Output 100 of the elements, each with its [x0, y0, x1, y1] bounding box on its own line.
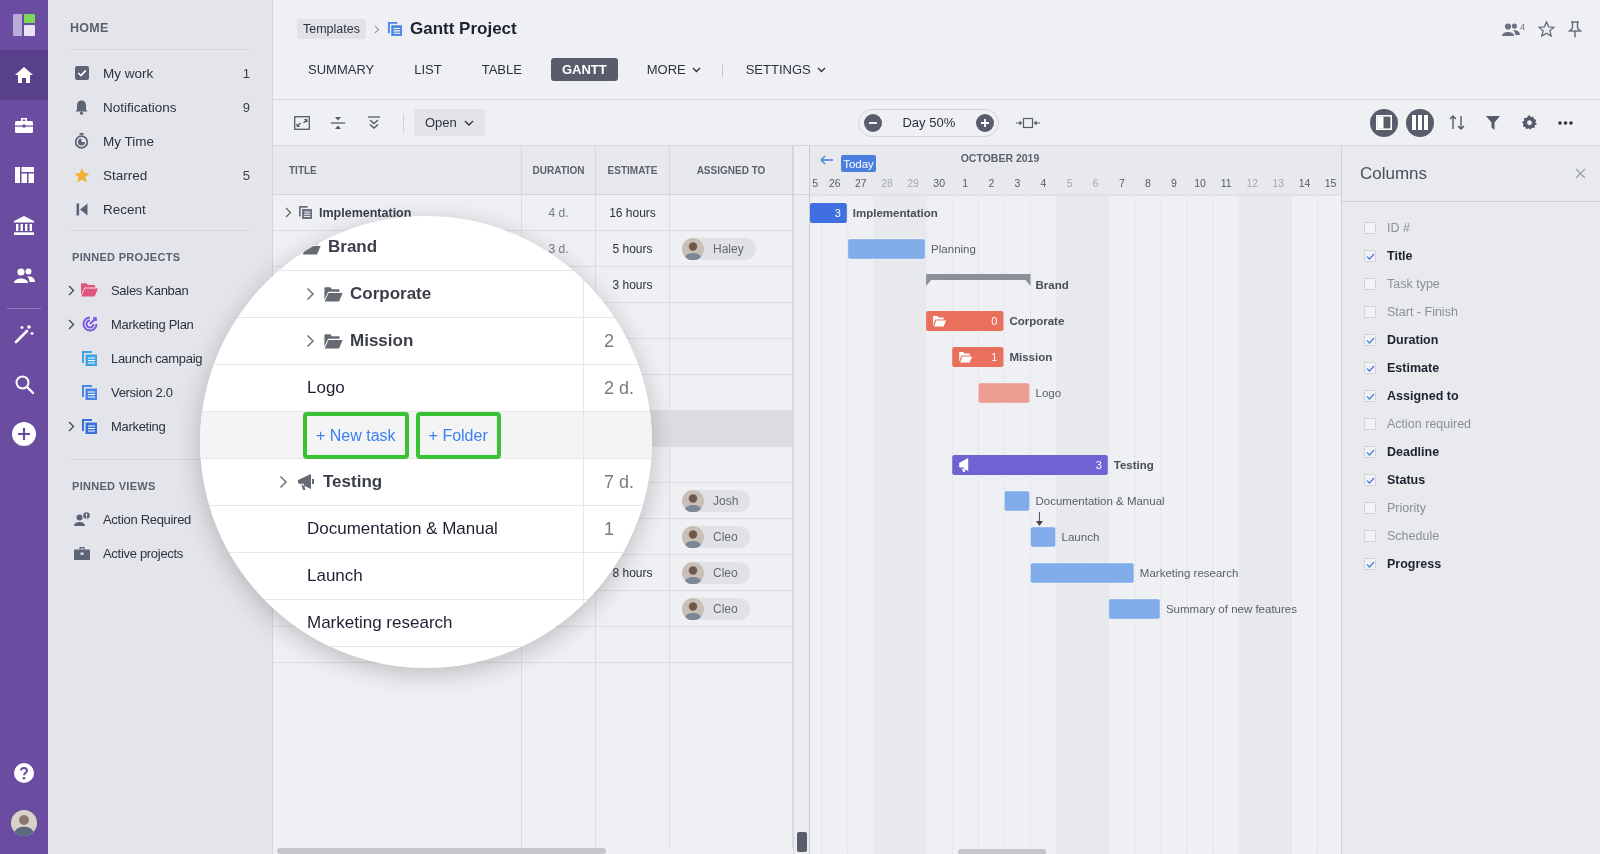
checkbox[interactable] — [1364, 418, 1376, 430]
view-tab[interactable]: SUMMARY — [297, 58, 386, 81]
sidebar-item[interactable]: Starred 5 — [62, 158, 250, 192]
today-button[interactable]: Today — [841, 155, 876, 172]
sidebar-item[interactable]: Recent — [62, 192, 250, 226]
columns-button[interactable] — [1406, 108, 1434, 137]
task-title[interactable]: Launch — [307, 566, 363, 586]
chevron-icon — [374, 24, 380, 34]
gantt-bar[interactable] — [1108, 598, 1161, 620]
task-title[interactable]: Brand — [328, 237, 378, 257]
pinned-project[interactable]: Launch campaig — [62, 341, 203, 375]
gantt-bar[interactable] — [1003, 490, 1030, 512]
checkbox[interactable] — [1364, 446, 1376, 458]
table-cell: 3 hours — [612, 277, 653, 292]
chevron-icon[interactable] — [67, 420, 75, 432]
pinned-project[interactable]: Version 2.0 — [62, 375, 173, 409]
table-cell: 5 hours — [612, 241, 653, 256]
gantt-bar[interactable] — [847, 238, 926, 260]
task-title[interactable]: Implementation — [319, 205, 412, 220]
column-option[interactable]: Estimate — [1364, 354, 1600, 382]
open-dropdown[interactable]: Open — [414, 109, 485, 136]
resize-handle[interactable] — [796, 832, 807, 852]
column-option[interactable]: Title — [1364, 242, 1600, 270]
chevron-icon[interactable] — [285, 207, 292, 218]
gantt-bar[interactable] — [926, 311, 1004, 331]
magic-wand-icon — [14, 324, 34, 344]
checkbox[interactable] — [1364, 502, 1376, 514]
checkbox[interactable] — [1364, 306, 1376, 318]
close-button[interactable] — [1575, 168, 1586, 179]
checkbox[interactable] — [1364, 334, 1376, 346]
sidebar-item[interactable]: My Time — [62, 124, 250, 158]
checkbox[interactable] — [1364, 250, 1376, 262]
view-tab[interactable]: SETTINGS — [734, 58, 837, 81]
task-title[interactable]: Marketing research — [307, 613, 453, 633]
checkbox[interactable] — [1364, 278, 1376, 290]
checkbox[interactable] — [1364, 474, 1376, 486]
assignee-chip[interactable]: Haley — [682, 237, 756, 260]
new-task-button[interactable]: + New task — [303, 412, 409, 459]
checkbox[interactable] — [1364, 558, 1376, 570]
pinned-project[interactable]: Sales Kanban — [62, 273, 189, 307]
column-option[interactable]: Duration — [1364, 326, 1600, 354]
column-option[interactable]: Status — [1364, 466, 1600, 494]
zoom-in-button[interactable] — [975, 113, 994, 132]
zoom-out-button[interactable] — [863, 113, 882, 132]
split-view-button[interactable] — [1370, 108, 1398, 137]
chevron-icon[interactable] — [305, 287, 315, 301]
assignee-chip[interactable]: Josh — [682, 489, 751, 512]
view-tab[interactable]: TABLE — [470, 58, 533, 81]
briefcase-icon — [14, 116, 34, 134]
checkbox[interactable] — [1364, 530, 1376, 542]
chevron-icon[interactable] — [305, 334, 315, 348]
summary-bracket[interactable] — [926, 274, 1031, 286]
pinned-view[interactable]: Active projects — [62, 536, 184, 570]
gantt-bar[interactable] — [977, 382, 1030, 404]
gantt-bar[interactable] — [810, 203, 847, 223]
day-label: 11 — [1220, 177, 1232, 189]
view-tab[interactable]: GANTT — [550, 58, 618, 81]
plus-icon — [975, 113, 994, 132]
day-label: 14 — [1298, 177, 1311, 189]
back-arrow-icon[interactable] — [820, 155, 834, 165]
pinned-project[interactable]: Marketing — [62, 409, 166, 443]
pinned-project[interactable]: Marketing Plan — [62, 307, 194, 341]
gantt-bar[interactable] — [1030, 526, 1057, 548]
column-option[interactable]: Progress — [1364, 550, 1600, 578]
gantt-bar[interactable] — [1030, 562, 1135, 584]
chevron-icon[interactable] — [67, 318, 75, 330]
assignee-chip[interactable]: Cleo — [682, 561, 750, 584]
sidebar-item[interactable]: Notifications 9 — [62, 90, 250, 124]
assignee-chip[interactable]: Cleo — [682, 597, 750, 620]
breadcrumb-link[interactable]: Templates — [297, 19, 366, 39]
task-title[interactable]: Logo — [307, 378, 345, 398]
star-icon[interactable] — [1538, 21, 1555, 37]
chevron-icon[interactable] — [278, 475, 288, 489]
day-label: 5 — [812, 177, 819, 189]
people-icon[interactable] — [1502, 22, 1520, 36]
assignee-chip[interactable]: Cleo — [682, 525, 750, 548]
checkbox[interactable] — [1364, 362, 1376, 374]
scrollbar-thumb[interactable] — [958, 849, 1046, 854]
bar-count: 3 — [1095, 459, 1102, 471]
table-cell: 2 d. — [604, 377, 635, 399]
gantt-bar[interactable] — [952, 455, 1108, 475]
task-title[interactable]: Mission — [350, 331, 414, 351]
sidebar-item[interactable]: My work 1 — [62, 56, 250, 90]
view-tab[interactable]: MORE — [635, 58, 712, 81]
section-heading: HOME — [69, 20, 110, 37]
gantt-bar[interactable] — [952, 347, 1004, 367]
view-tab[interactable]: LIST — [403, 58, 453, 81]
pin-icon[interactable] — [1568, 20, 1582, 38]
checkbox[interactable] — [1364, 222, 1376, 234]
chevron-icon[interactable] — [67, 284, 75, 296]
caret-icon — [463, 119, 474, 126]
checkbox[interactable] — [1364, 390, 1376, 402]
pinned-view[interactable]: Action Required — [62, 502, 191, 536]
column-option[interactable]: Deadline — [1364, 438, 1600, 466]
task-title[interactable]: Corporate — [350, 284, 432, 304]
task-title[interactable]: Documentation & Manual — [307, 519, 498, 539]
timer-icon — [74, 133, 89, 149]
task-title[interactable]: Testing — [323, 472, 383, 492]
scrollbar-thumb[interactable] — [277, 848, 606, 854]
column-option[interactable]: Assigned to — [1364, 382, 1600, 410]
